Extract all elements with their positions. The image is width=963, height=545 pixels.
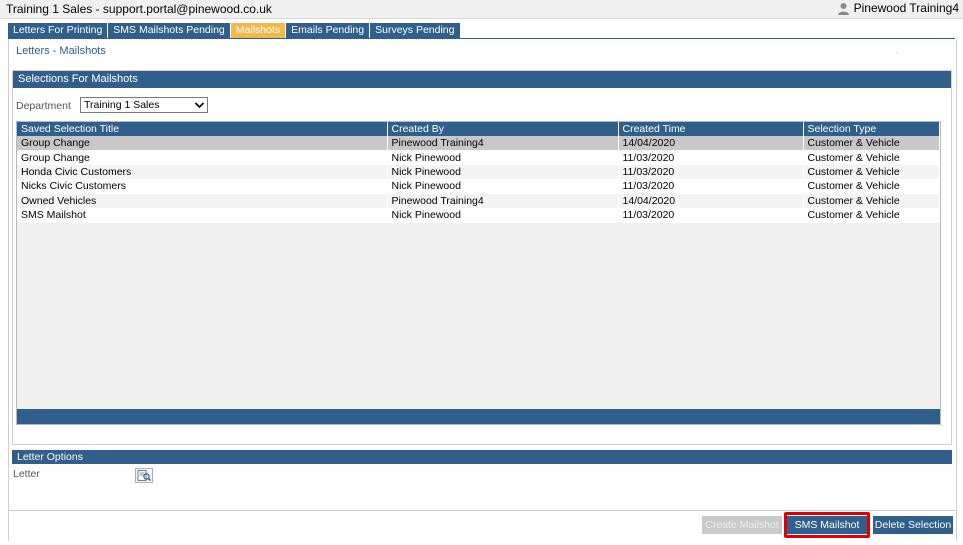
cell-title: Honda Civic Customers <box>17 164 388 180</box>
user-icon <box>837 2 849 15</box>
column-header-created-by[interactable]: Created By <box>387 122 619 136</box>
chevron-down-icon <box>194 102 205 109</box>
cell-created-by: Pinewood Training4 <box>387 193 619 208</box>
column-header-title[interactable]: Saved Selection Title <box>17 122 388 136</box>
cell-selection-type: Customer & Vehicle <box>803 164 940 180</box>
selections-grid: Saved Selection Title Created By Created… <box>16 121 941 425</box>
tab-surveys-pending[interactable]: Surveys Pending <box>370 23 460 38</box>
cell-created-by: Nick Pinewood <box>387 150 619 165</box>
grid-footer <box>17 409 940 424</box>
table-row[interactable]: Honda Civic Customers Nick Pinewood 11/0… <box>17 164 940 180</box>
cell-created-time: 14/04/2020 <box>618 136 804 151</box>
table-row[interactable]: Nicks Civic Customers Nick Pinewood 11/0… <box>17 179 940 194</box>
department-label: Department <box>16 100 71 112</box>
selections-header: Selections For Mailshots <box>13 71 951 88</box>
tab-letters-for-printing[interactable]: Letters For Printing <box>8 23 108 38</box>
tab-bar: Letters For Printing SMS Mailshots Pendi… <box>8 23 461 38</box>
cell-selection-type: Customer & Vehicle <box>803 207 940 223</box>
column-header-created-time[interactable]: Created Time <box>618 122 804 136</box>
cell-created-by: Pinewood Training4 <box>387 136 619 151</box>
breadcrumb: Letters - Mailshots <box>16 45 106 57</box>
grid-empty-area <box>17 223 940 410</box>
letter-options-header: Letter Options <box>12 450 952 464</box>
table-header-row: Saved Selection Title Created By Created… <box>17 122 940 136</box>
cell-selection-type: Customer & Vehicle <box>803 179 940 194</box>
window-title: Training 1 Sales - support.portal@pinewo… <box>6 2 272 16</box>
cell-created-time: 11/03/2020 <box>618 179 804 194</box>
selections-table: Saved Selection Title Created By Created… <box>17 122 940 223</box>
department-select[interactable]: Training 1 Sales <box>80 97 208 113</box>
cell-title: Nicks Civic Customers <box>17 179 388 194</box>
table-row[interactable]: Group Change Nick Pinewood 11/03/2020 Cu… <box>17 150 940 165</box>
create-mailshot-button[interactable]: Create Mailshot <box>702 516 782 534</box>
cell-created-time: 11/03/2020 <box>618 207 804 223</box>
table-row[interactable]: Owned Vehicles Pinewood Training4 14/04/… <box>17 193 940 208</box>
cell-selection-type: Customer & Vehicle <box>803 136 940 151</box>
cell-created-by: Nick Pinewood <box>387 207 619 223</box>
divider-dot: . <box>896 46 899 55</box>
tab-mailshots[interactable]: Mailshots <box>230 23 286 38</box>
footer-divider <box>8 510 957 511</box>
cell-created-time: 11/03/2020 <box>618 164 804 180</box>
cell-selection-type: Customer & Vehicle <box>803 150 940 165</box>
table-row[interactable]: SMS Mailshot Nick Pinewood 11/03/2020 Cu… <box>17 207 940 223</box>
cell-created-time: 11/03/2020 <box>618 150 804 165</box>
tab-sms-mailshots-pending[interactable]: SMS Mailshots Pending <box>108 23 230 38</box>
cell-created-time: 14/04/2020 <box>618 193 804 208</box>
cell-title: Group Change <box>17 150 388 165</box>
cell-created-by: Nick Pinewood <box>387 179 619 194</box>
letter-label: Letter <box>13 468 40 480</box>
cell-title: SMS Mailshot <box>17 207 388 223</box>
tab-emails-pending[interactable]: Emails Pending <box>286 23 370 38</box>
cell-created-by: Nick Pinewood <box>387 164 619 180</box>
sms-mailshot-button[interactable]: SMS Mailshot <box>787 516 867 534</box>
column-header-selection-type[interactable]: Selection Type <box>803 122 940 136</box>
user-name: Pinewood Training4 <box>853 1 959 15</box>
delete-selection-button[interactable]: Delete Selection <box>873 516 953 534</box>
cell-title: Owned Vehicles <box>17 193 388 208</box>
department-value: Training 1 Sales <box>84 99 160 111</box>
cell-title: Group Change <box>17 136 388 151</box>
letter-lookup-icon[interactable] <box>135 468 153 483</box>
cell-selection-type: Customer & Vehicle <box>803 193 940 208</box>
table-row[interactable]: Group Change Pinewood Training4 14/04/20… <box>17 136 940 151</box>
title-bar: Training 1 Sales - support.portal@pinewo… <box>0 0 963 19</box>
user-menu[interactable]: Pinewood Training4 <box>837 1 959 15</box>
